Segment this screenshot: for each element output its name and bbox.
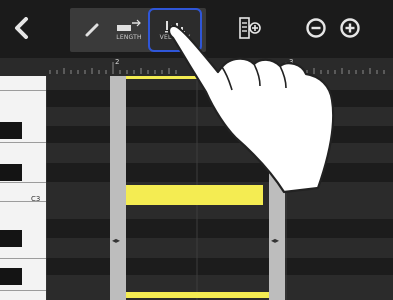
piano-keyboard[interactable]: C3 bbox=[0, 76, 46, 300]
black-key[interactable] bbox=[0, 230, 22, 247]
c3-key-label: C3 bbox=[31, 195, 41, 203]
black-key[interactable] bbox=[0, 164, 22, 181]
length-tool-button[interactable]: LENGTH bbox=[112, 8, 146, 52]
drag-arrows-icon: ◂▸ bbox=[112, 236, 121, 245]
black-key[interactable] bbox=[0, 122, 22, 139]
black-key[interactable] bbox=[0, 268, 22, 285]
key-divider bbox=[0, 90, 46, 91]
drag-arrows-icon: ◂▸ bbox=[271, 236, 280, 245]
pencil-tool-button[interactable] bbox=[72, 8, 112, 52]
note[interactable] bbox=[126, 292, 269, 298]
key-divider bbox=[0, 258, 46, 259]
pencil-icon bbox=[85, 23, 99, 37]
pointing-hand-icon bbox=[168, 24, 335, 194]
key-divider bbox=[0, 182, 46, 183]
back-button[interactable] bbox=[4, 10, 40, 46]
chevron-left-icon bbox=[15, 17, 28, 39]
length-icon bbox=[117, 19, 141, 31]
length-tool-label: LENGTH bbox=[116, 34, 142, 41]
piano-roll-screen: LENGTH VELOCITY bbox=[0, 0, 393, 300]
key-divider bbox=[0, 290, 46, 291]
range-start-handle[interactable]: ◂▸ bbox=[110, 76, 126, 300]
bar-number-2: 2 bbox=[115, 58, 120, 66]
key-divider bbox=[0, 142, 46, 143]
